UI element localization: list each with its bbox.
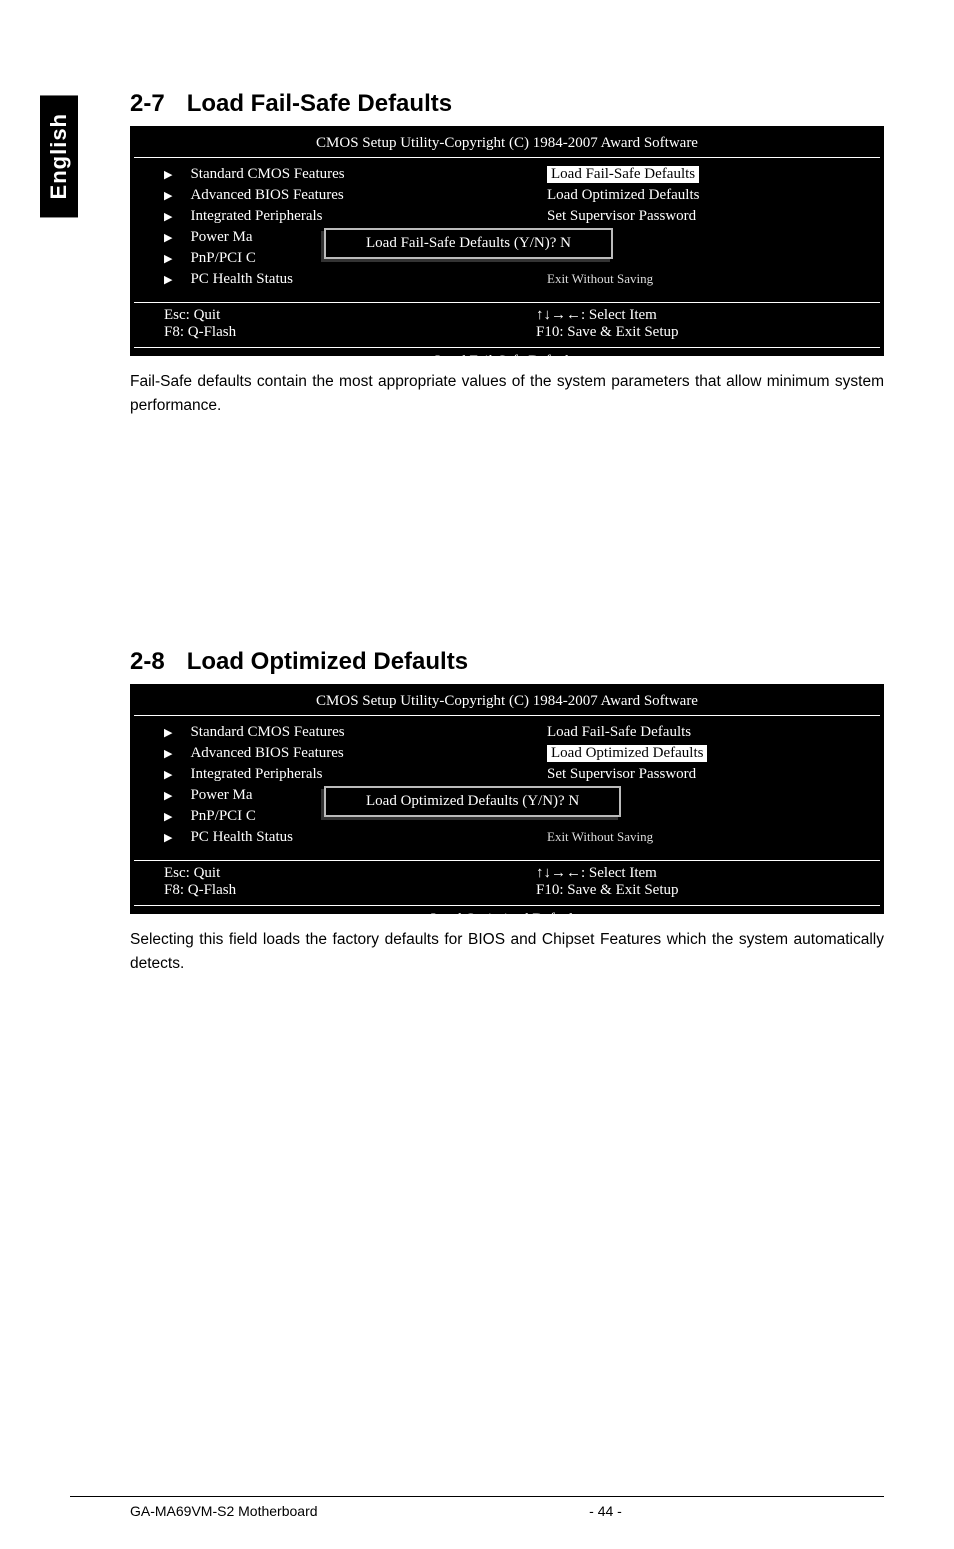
menu-item[interactable]: Set Supervisor Password [547,764,868,785]
confirm-dialog[interactable]: Load Fail-Safe Defaults (Y/N)? N [324,228,613,259]
section-2-heading: 2-8 Load Optimized Defaults [130,648,884,676]
section-1-desc: Fail-Safe defaults contain the most appr… [130,370,884,418]
menu-item[interactable]: Load Optimized Defaults [547,185,868,206]
section-1-number: 2-7 [130,90,165,117]
menu-item[interactable]: Load Optimized Defaults [547,743,868,764]
menu-item[interactable]: ▶Integrated Peripherals [164,764,485,785]
menu-item[interactable]: ▶Advanced BIOS Features [164,743,485,764]
menu-item[interactable]: ▶Standard CMOS Features [164,722,485,743]
bios-screen-1: CMOS Setup Utility-Copyright (C) 1984-20… [130,126,884,356]
menu-item[interactable]: ▶Advanced BIOS Features [164,185,485,206]
confirm-dialog[interactable]: Load Optimized Defaults (Y/N)? N [324,786,621,817]
bios-hints: Esc: QuitF8: Q-Flash ↑↓→←: Select ItemF1… [134,303,880,348]
pointer-icon: ▶ [164,726,172,739]
pointer-icon: ▶ [164,831,172,844]
menu-item[interactable]: Load Fail-Safe Defaults [547,722,868,743]
footer-model: GA-MA69VM-S2 Motherboard [70,1503,447,1519]
pointer-icon: ▶ [164,768,172,781]
section-2-title: Load Optimized Defaults [187,648,468,675]
section-1-title: Load Fail-Safe Defaults [187,90,452,117]
pointer-icon: ▶ [164,210,172,223]
footer-page: - 44 - [447,1503,884,1519]
menu-item[interactable]: Exit Without Saving [547,269,868,289]
menu-item[interactable]: ▶PC Health Status [164,827,485,848]
language-tab: English [40,95,78,217]
pointer-icon: ▶ [164,231,172,244]
bios-screen-2: CMOS Setup Utility-Copyright (C) 1984-20… [130,684,884,914]
bios-hints: Esc: QuitF8: Q-Flash ↑↓→←: Select ItemF1… [134,861,880,906]
bios-title: CMOS Setup Utility-Copyright (C) 1984-20… [134,130,880,158]
menu-item[interactable]: Exit Without Saving [547,827,868,847]
section-1-heading: 2-7 Load Fail-Safe Defaults [130,90,884,118]
section-2-number: 2-8 [130,648,165,675]
menu-item[interactable]: ▶Standard CMOS Features [164,164,485,185]
menu-item[interactable]: ▶PC Health Status [164,269,485,290]
page-footer: GA-MA69VM-S2 Motherboard - 44 - [70,1496,884,1519]
bios-footer: Load Optimized Defaults [134,906,880,933]
bios-title: CMOS Setup Utility-Copyright (C) 1984-20… [134,688,880,716]
pointer-icon: ▶ [164,168,172,181]
pointer-icon: ▶ [164,189,172,202]
menu-item[interactable]: Load Fail-Safe Defaults [547,164,868,185]
pointer-icon: ▶ [164,747,172,760]
menu-item[interactable]: ▶Integrated Peripherals [164,206,485,227]
pointer-icon: ▶ [164,273,172,286]
menu-item[interactable]: Set Supervisor Password [547,206,868,227]
bios-footer: Load Fail-Safe Defaults [134,348,880,375]
pointer-icon: ▶ [164,252,172,265]
pointer-icon: ▶ [164,810,172,823]
section-2-desc: Selecting this field loads the factory d… [130,928,884,976]
pointer-icon: ▶ [164,789,172,802]
